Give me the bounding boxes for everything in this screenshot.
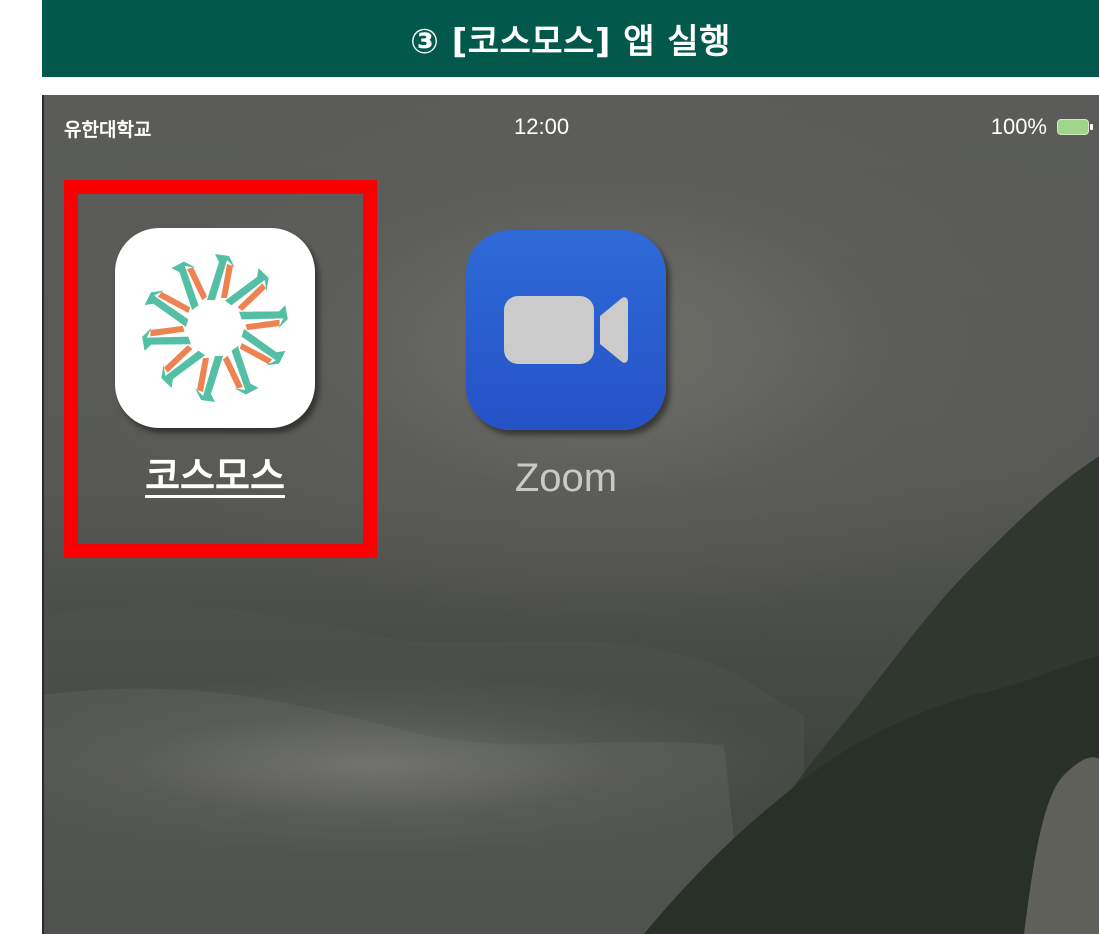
status-clock: 12:00 bbox=[514, 114, 570, 139]
battery-percent: 100% bbox=[990, 114, 1047, 139]
battery-icon bbox=[1057, 119, 1093, 135]
video-camera-icon[interactable] bbox=[466, 230, 666, 430]
page-title-banner: ③ [코스모스] 앱 실행 bbox=[42, 0, 1099, 77]
wallpaper-mist bbox=[44, 655, 804, 855]
app-label-zoom: Zoom bbox=[514, 456, 618, 500]
battery-indicator: 100% bbox=[990, 114, 1093, 140]
page-title: ③ [코스모스] 앱 실행 bbox=[410, 22, 731, 62]
tablet-home-screen: 유한대학교 12:00 100% 코스모스 Zoom bbox=[42, 95, 1099, 934]
highlight-box bbox=[64, 180, 377, 558]
carrier-name: 유한대학교 bbox=[64, 119, 152, 141]
app-zoom[interactable]: Zoom bbox=[466, 230, 666, 500]
status-bar: 유한대학교 12:00 100% bbox=[44, 95, 1099, 155]
